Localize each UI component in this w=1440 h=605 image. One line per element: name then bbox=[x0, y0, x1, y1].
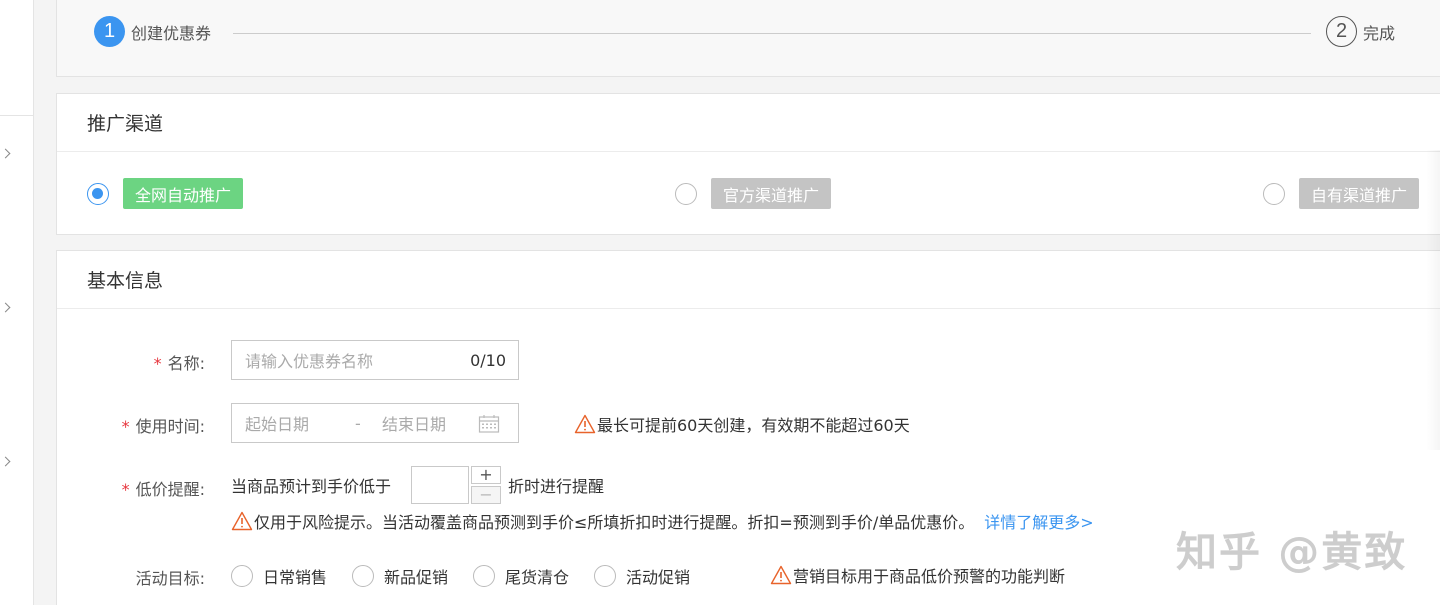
warning-icon bbox=[574, 414, 596, 434]
step-complete: 2 完成 bbox=[1326, 16, 1395, 47]
warning-text: 最长可提前60天创建，有效期不能超过60天 bbox=[597, 416, 910, 435]
step-create-coupon: 1 创建优惠券 bbox=[94, 16, 211, 47]
chevron-right-icon[interactable] bbox=[0, 146, 14, 160]
radio-button[interactable] bbox=[231, 565, 253, 587]
radio-button[interactable] bbox=[473, 565, 495, 587]
section-title: 推广渠道 bbox=[57, 94, 1440, 152]
learn-more-link[interactable]: 详情了解更多> bbox=[984, 509, 1093, 533]
warning-text: 仅用于风险提示。当活动覆盖商品预测到手价≤所填折扣时进行提醒。折扣=预测到手价/… bbox=[254, 513, 975, 532]
channel-option-network-auto[interactable]: 全网自动推广 bbox=[87, 178, 244, 209]
watermark: 知乎 @黄致 bbox=[1176, 528, 1408, 576]
date-separator: - bbox=[355, 413, 361, 433]
decrement-button[interactable]: − bbox=[471, 486, 501, 504]
warning-icon bbox=[770, 565, 792, 585]
start-date-input[interactable]: 起始日期 bbox=[245, 411, 309, 435]
radio-button[interactable] bbox=[675, 182, 697, 205]
discount-input[interactable] bbox=[411, 466, 469, 504]
time-label: * 使用时间: bbox=[77, 413, 205, 437]
coupon-name-input[interactable]: 请输入优惠券名称 0/10 bbox=[231, 340, 519, 380]
channel-option-own[interactable]: 自有渠道推广 bbox=[1263, 178, 1420, 209]
step-number: 2 bbox=[1326, 16, 1357, 47]
increment-button[interactable]: + bbox=[471, 466, 501, 484]
time-label-text: 使用时间: bbox=[135, 417, 205, 436]
end-date-input[interactable]: 结束日期 bbox=[382, 411, 446, 435]
price-alert-warning: 仅用于风险提示。当活动覆盖商品预测到手价≤所填折扣时进行提醒。折扣=预测到手价/… bbox=[231, 509, 1094, 533]
date-range-picker[interactable]: 起始日期 - 结束日期 bbox=[231, 403, 519, 443]
radio-button[interactable] bbox=[87, 182, 109, 205]
warning-text: 营销目标用于商品低价预警的功能判断 bbox=[793, 567, 1066, 586]
radio-button[interactable] bbox=[1263, 182, 1285, 205]
warning-icon bbox=[231, 511, 253, 531]
goal-option-label: 活动促销 bbox=[626, 568, 691, 587]
goal-option-clearance[interactable]: 尾货清仓 bbox=[473, 564, 569, 588]
name-label-text: 名称: bbox=[167, 354, 205, 373]
goal-option-event-promo[interactable]: 活动促销 bbox=[594, 564, 690, 588]
sidebar-divider bbox=[0, 115, 33, 116]
goal-option-label: 日常销售 bbox=[263, 568, 328, 587]
calendar-icon[interactable] bbox=[478, 414, 500, 434]
time-warning: 最长可提前60天创建，有效期不能超过60天 bbox=[574, 412, 910, 436]
name-label: * 名称: bbox=[117, 350, 205, 374]
goal-option-label: 尾货清仓 bbox=[505, 568, 570, 587]
step-progress: 1 创建优惠券 2 完成 bbox=[56, 0, 1440, 77]
radio-button[interactable] bbox=[594, 565, 616, 587]
chevron-right-icon[interactable] bbox=[0, 454, 14, 468]
price-alert-label: * 低价提醒: bbox=[77, 476, 205, 500]
required-mark: * bbox=[121, 417, 130, 436]
price-alert-suffix: 折时进行提醒 bbox=[508, 477, 605, 496]
goal-option-label: 新品促销 bbox=[384, 568, 449, 587]
section-title: 基本信息 bbox=[57, 251, 1440, 309]
goal-warning: 营销目标用于商品低价预警的功能判断 bbox=[770, 563, 1065, 587]
channel-tag: 全网自动推广 bbox=[123, 178, 244, 209]
promotion-channel-card: 推广渠道 全网自动推广 官方渠道推广 自有渠道推广 bbox=[56, 93, 1440, 235]
step-connector bbox=[233, 33, 1311, 34]
step-label: 完成 bbox=[1363, 23, 1396, 43]
channel-tag: 自有渠道推广 bbox=[1299, 178, 1420, 209]
name-placeholder: 请输入优惠券名称 bbox=[245, 352, 374, 371]
char-counter: 0/10 bbox=[470, 350, 506, 370]
left-sidebar bbox=[0, 0, 34, 605]
discount-stepper[interactable]: + − bbox=[471, 466, 501, 504]
channel-option-official[interactable]: 官方渠道推广 bbox=[675, 178, 832, 209]
price-alert-label-text: 低价提醒: bbox=[135, 480, 205, 499]
chevron-right-icon[interactable] bbox=[0, 300, 14, 314]
goal-option-new-product[interactable]: 新品促销 bbox=[352, 564, 448, 588]
right-edge-shadow bbox=[1426, 150, 1440, 450]
required-mark: * bbox=[153, 354, 162, 373]
price-alert-prefix: 当商品预计到手价低于 bbox=[231, 477, 392, 496]
radio-button[interactable] bbox=[352, 565, 374, 587]
goal-label: 活动目标: bbox=[135, 569, 205, 588]
required-mark: * bbox=[121, 480, 130, 499]
channel-tag: 官方渠道推广 bbox=[711, 178, 832, 209]
step-number: 1 bbox=[94, 16, 125, 47]
goal-option-daily-sales[interactable]: 日常销售 bbox=[231, 564, 327, 588]
step-label: 创建优惠券 bbox=[131, 23, 212, 43]
